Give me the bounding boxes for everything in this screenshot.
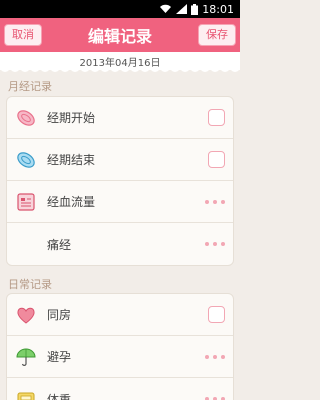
daily-record-card: 同房 避孕 体重 bbox=[6, 293, 234, 400]
section-label-daily: 日常记录 bbox=[8, 278, 52, 291]
pink-sanitary-pad-icon bbox=[15, 107, 37, 129]
intercourse-checkbox[interactable] bbox=[208, 306, 225, 323]
signal-icon bbox=[176, 4, 188, 14]
row-contraception[interactable]: 避孕 bbox=[7, 336, 233, 378]
period-start-checkbox[interactable] bbox=[208, 109, 225, 126]
scale-icon bbox=[15, 388, 37, 400]
blue-sanitary-pad-icon bbox=[15, 149, 37, 171]
row-flow-amount[interactable]: 经血流量 bbox=[7, 181, 233, 223]
more-options-icon[interactable] bbox=[205, 394, 225, 400]
battery-icon bbox=[191, 3, 199, 15]
row-label: 经血流量 bbox=[47, 195, 96, 209]
period-end-checkbox[interactable] bbox=[208, 151, 225, 168]
section-label-menstrual: 月经记录 bbox=[8, 80, 52, 93]
row-weight[interactable]: 体重 bbox=[7, 378, 233, 400]
status-time: 18:01 bbox=[202, 2, 234, 16]
header-bar: 取消 编辑记录 保存 bbox=[0, 18, 240, 52]
more-options-icon[interactable] bbox=[205, 239, 225, 249]
row-label: 经期结束 bbox=[47, 153, 96, 167]
blank-icon bbox=[15, 233, 37, 255]
umbrella-icon bbox=[15, 346, 37, 368]
page-title: 编辑记录 bbox=[87, 27, 152, 46]
row-label: 体重 bbox=[47, 392, 72, 400]
status-bar: 18:01 bbox=[0, 0, 240, 18]
more-options-icon[interactable] bbox=[205, 197, 225, 207]
row-label: 同房 bbox=[47, 308, 72, 322]
more-options-icon[interactable] bbox=[205, 352, 225, 362]
scalloped-edge bbox=[0, 67, 240, 72]
heart-icon bbox=[15, 304, 37, 326]
row-label: 避孕 bbox=[47, 350, 72, 364]
wifi-icon bbox=[159, 4, 172, 14]
row-period-start[interactable]: 经期开始 bbox=[7, 97, 233, 139]
menstrual-record-card: 经期开始 经期结束 经血流量 痛经 bbox=[6, 96, 234, 266]
row-period-end[interactable]: 经期结束 bbox=[7, 139, 233, 181]
row-label: 痛经 bbox=[47, 237, 72, 252]
cancel-button[interactable]: 取消 bbox=[4, 24, 42, 46]
flow-chart-card-icon bbox=[15, 191, 37, 213]
row-label: 经期开始 bbox=[47, 111, 96, 125]
row-intercourse[interactable]: 同房 bbox=[7, 294, 233, 336]
save-button[interactable]: 保存 bbox=[198, 24, 236, 46]
row-dysmenorrhea[interactable]: 痛经 bbox=[7, 223, 233, 265]
